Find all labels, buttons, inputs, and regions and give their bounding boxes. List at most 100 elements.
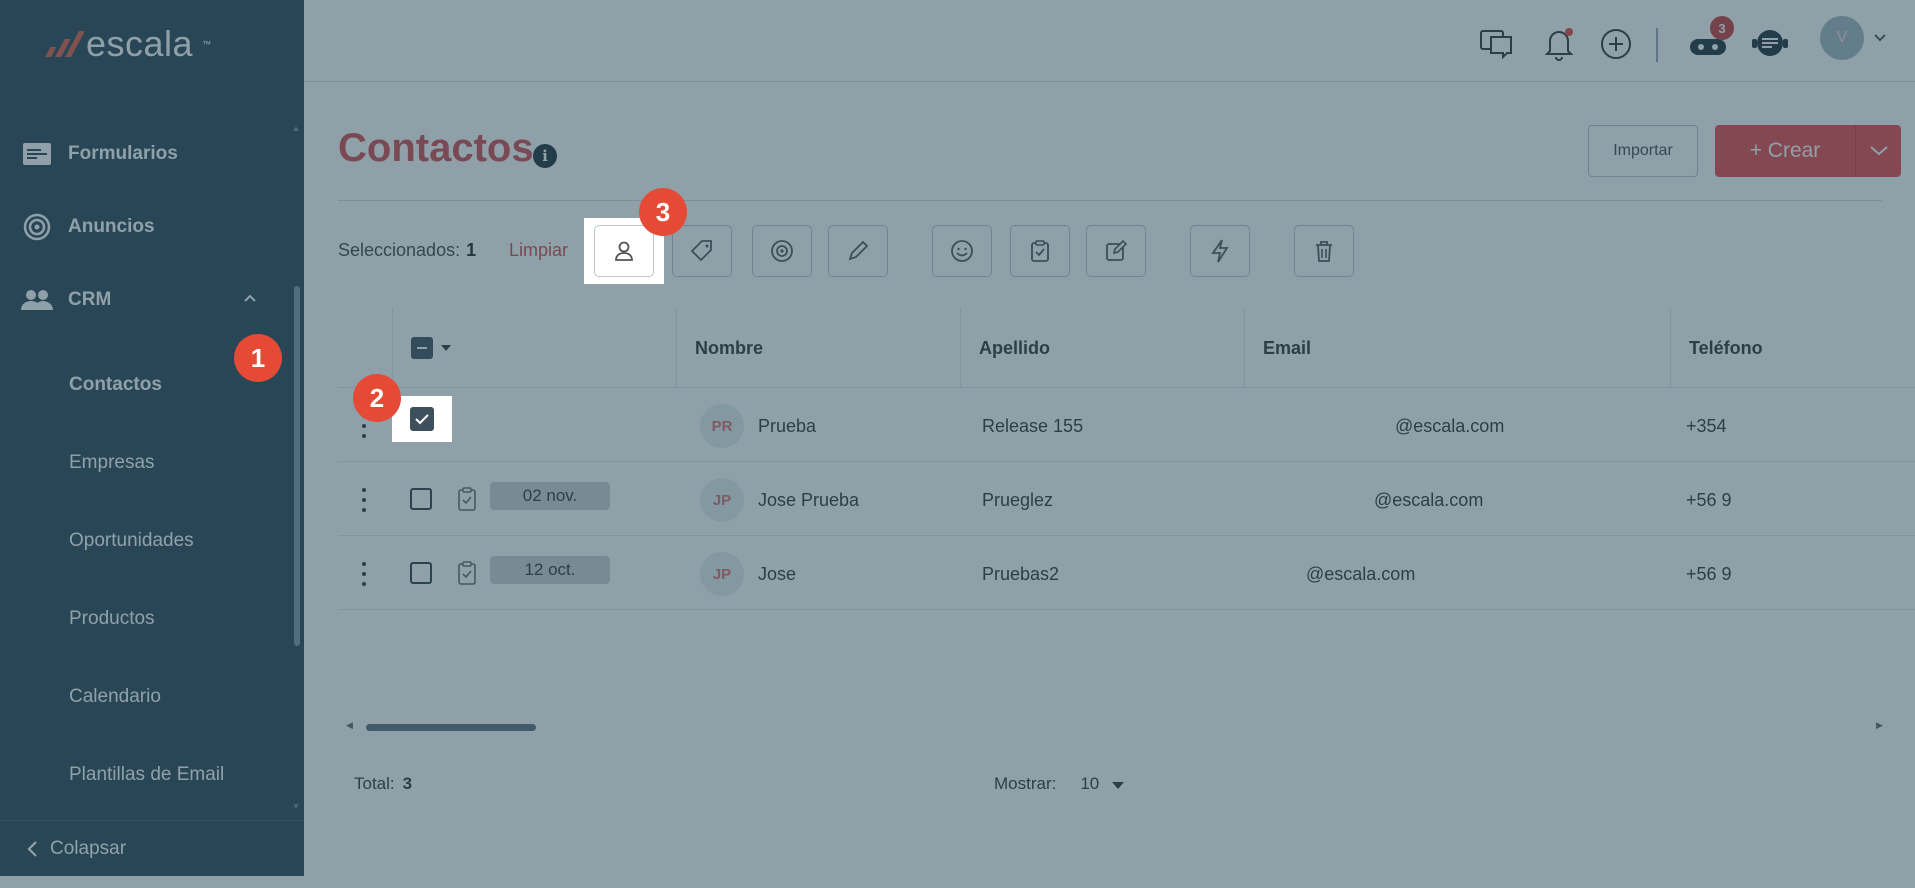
chevron-left-icon	[27, 840, 37, 857]
task-date-badge[interactable]: 02 nov.	[490, 482, 610, 510]
sidebar-item-empresas[interactable]: Empresas	[69, 452, 155, 474]
contacts-table: Nombre Apellido Email Teléfono PR Prueba…	[338, 308, 1915, 731]
user-icon	[615, 241, 633, 261]
sidebar-item-calendario[interactable]: Calendario	[69, 686, 161, 708]
sidebar-item-crm[interactable]: CRM	[0, 274, 292, 326]
scroll-left-icon[interactable]: ◀	[346, 720, 353, 731]
column-header-email[interactable]: Email	[1244, 308, 1670, 388]
cell-nombre[interactable]: Jose	[758, 564, 796, 585]
clipboard-check-icon[interactable]	[456, 560, 478, 586]
import-button[interactable]: Importar	[1588, 125, 1698, 177]
ads-button[interactable]	[752, 225, 812, 277]
selected-count-label: Seleccionados: 1	[338, 240, 477, 260]
delete-button[interactable]	[1294, 225, 1354, 277]
cell-apellido: Release 155	[982, 416, 1084, 436]
sidebar-item-plantillas[interactable]: Plantillas de Email	[69, 764, 224, 786]
sidebar-item-formularios[interactable]: Formularios	[0, 128, 292, 180]
caret-down-icon[interactable]	[441, 345, 451, 351]
cell-email: @escala.com	[1306, 564, 1416, 584]
sidebar-item-label: CRM	[68, 289, 112, 310]
tag-button[interactable]	[672, 225, 732, 277]
cell-telefono: +56 9	[1686, 564, 1732, 584]
edit-square-icon	[1106, 239, 1128, 261]
user-avatar[interactable]: V	[1820, 16, 1864, 60]
cell-nombre[interactable]: Prueba	[758, 416, 816, 437]
trash-icon	[1316, 241, 1332, 262]
step-marker-1: 1	[234, 334, 282, 382]
title-divider	[338, 200, 1882, 201]
sidebar-item-anuncios[interactable]: Anuncios	[0, 201, 292, 253]
sidebar-item-label: Anuncios	[68, 216, 155, 237]
clear-selection-link[interactable]: Limpiar	[509, 240, 568, 261]
smiley-icon	[951, 240, 973, 262]
automation-button[interactable]	[1190, 225, 1250, 277]
sidebar-scrollbar[interactable]	[294, 286, 300, 646]
task-date-badge[interactable]: 12 oct.	[490, 556, 610, 584]
chevron-up-icon[interactable]	[244, 292, 256, 304]
horizontal-scrollbar[interactable]: ◀ ▶	[346, 720, 1906, 731]
plus-circle-icon[interactable]	[1596, 24, 1636, 64]
horizontal-scroll-thumb[interactable]	[366, 724, 536, 731]
caret-down-icon[interactable]	[1112, 782, 1124, 789]
sidebar: escala ™ ▲ Formularios Anuncios CRM Conta…	[0, 0, 304, 876]
avatar: PR	[700, 404, 744, 448]
sidebar-item-contactos[interactable]: Contactos	[69, 374, 162, 396]
notification-badge: 3	[1710, 16, 1734, 40]
sidebar-item-oportunidades[interactable]: Oportunidades	[69, 530, 194, 552]
row-menu-icon[interactable]	[362, 562, 368, 586]
info-icon[interactable]: i	[533, 144, 557, 168]
create-dropdown-button[interactable]	[1855, 125, 1901, 177]
page-size-selector[interactable]: Mostrar: 10	[994, 774, 1124, 794]
select-all-column	[392, 308, 676, 388]
top-bar: 3 V	[304, 4, 1915, 82]
row-checkbox-spotlight[interactable]	[392, 396, 452, 442]
collapse-label: Colapsar	[50, 837, 127, 859]
row-checkbox[interactable]	[410, 488, 432, 510]
cell-nombre[interactable]: Jose Prueba	[758, 490, 859, 511]
avatar: JP	[700, 478, 744, 522]
cell-apellido: Pruebas2	[982, 564, 1060, 584]
logo-bars-icon	[45, 31, 85, 57]
target-icon	[20, 210, 54, 244]
create-button-group: + Crear	[1715, 125, 1901, 177]
select-all-checkbox[interactable]	[411, 337, 433, 359]
target-icon	[771, 240, 793, 262]
table-row[interactable]: PR Prueba Release 155 @escala.com +354	[338, 388, 1915, 462]
cell-telefono: +56 9	[1686, 490, 1732, 510]
total-count: Total: 3	[354, 774, 413, 793]
escala-logo[interactable]: escala ™	[45, 22, 211, 66]
row-menu-icon[interactable]	[362, 488, 368, 512]
main-content: 3 V Contactos i Importar + Crear Selecci…	[304, 4, 1915, 888]
task-button[interactable]	[1010, 225, 1070, 277]
page-size-value: 10	[1080, 774, 1100, 793]
chat-icon[interactable]	[1477, 24, 1517, 64]
column-header-nombre[interactable]: Nombre	[676, 308, 960, 388]
form-icon	[20, 137, 54, 171]
step-marker-3: 3	[639, 188, 687, 236]
edit-button[interactable]	[828, 225, 888, 277]
support-icon[interactable]	[1750, 24, 1790, 64]
topbar-divider	[1656, 28, 1658, 62]
pencil-icon	[848, 240, 869, 261]
note-button[interactable]	[1086, 225, 1146, 277]
row-checkbox[interactable]	[410, 562, 432, 584]
create-button[interactable]: + Crear	[1715, 139, 1855, 163]
clipboard-check-icon	[1031, 240, 1049, 262]
table-row[interactable]: 02 nov. JP Jose Prueba Prueglez @escala.…	[338, 462, 1915, 536]
sidebar-scroll-down-icon[interactable]: ▼	[292, 802, 300, 811]
avatar: JP	[700, 552, 744, 596]
scroll-right-icon[interactable]: ▶	[1876, 720, 1883, 731]
collapse-button[interactable]: Colapsar	[0, 820, 304, 876]
column-header-apellido[interactable]: Apellido	[960, 308, 1244, 388]
selected-count: 1	[466, 240, 477, 260]
chevron-down-icon	[1869, 146, 1888, 156]
page-title: Contactos	[338, 126, 534, 170]
clipboard-check-icon[interactable]	[456, 486, 478, 512]
chevron-down-icon[interactable]	[1874, 34, 1886, 42]
sidebar-item-productos[interactable]: Productos	[69, 608, 155, 630]
bell-icon[interactable]	[1539, 24, 1579, 64]
sidebar-nav: Formularios Anuncios CRM Contactos Empre…	[0, 114, 304, 822]
smiley-button[interactable]	[932, 225, 992, 277]
column-header-telefono[interactable]: Teléfono	[1670, 308, 1915, 388]
table-row[interactable]: 12 oct. JP Jose Pruebas2 @escala.com +56…	[338, 536, 1915, 610]
